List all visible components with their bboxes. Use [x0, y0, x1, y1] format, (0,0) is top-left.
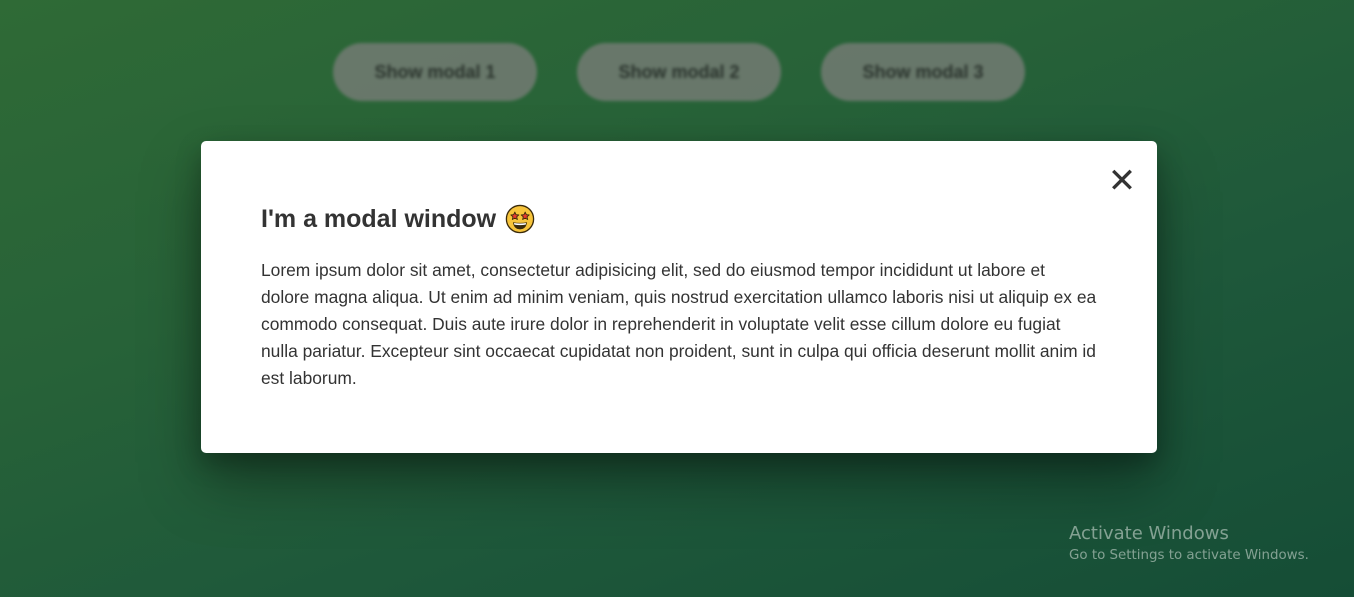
show-modal-2-button[interactable]: Show modal 2 [577, 43, 781, 101]
show-modal-1-button[interactable]: Show modal 1 [333, 43, 537, 101]
modal-body-text: Lorem ipsum dolor sit amet, consectetur … [261, 260, 1097, 388]
modal-window: ✕ I'm a modal window Lorem ipsum dolor s… [201, 141, 1157, 453]
watermark-subtitle: Go to Settings to activate Windows. [1069, 548, 1309, 563]
modal-title-text: I'm a modal window [261, 204, 497, 233]
watermark-title: Activate Windows [1069, 523, 1229, 544]
close-icon[interactable]: ✕ [1107, 163, 1137, 199]
show-modal-3-button[interactable]: Show modal 3 [821, 43, 1025, 101]
button-row: Show modal 1 Show modal 2 Show modal 3 [0, 43, 1354, 101]
activate-windows-watermark: Activate Windows Go to Settings to activ… [1069, 522, 1309, 566]
star-struck-emoji-icon [505, 204, 535, 234]
modal-title: I'm a modal window [261, 203, 1097, 235]
